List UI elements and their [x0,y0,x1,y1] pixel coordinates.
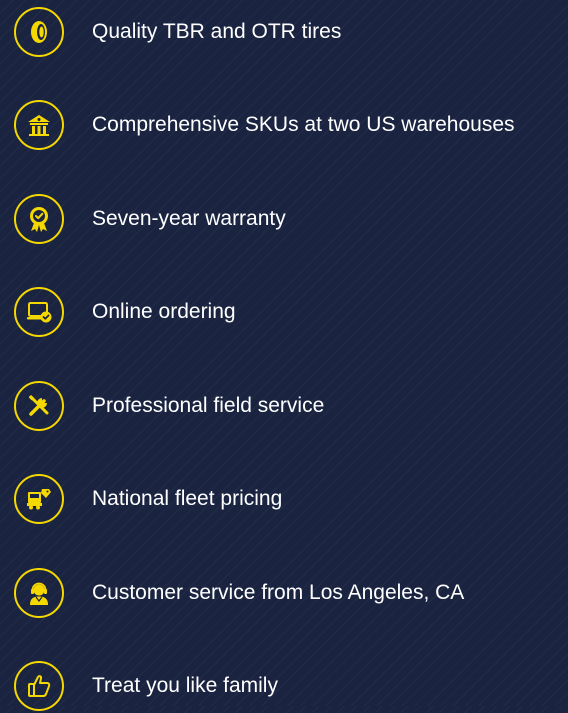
feature-label: Online ordering [92,300,236,323]
feature-item-warranty: Seven-year warranty [14,192,286,246]
laptop-check-icon [14,287,64,337]
feature-label: National fleet pricing [92,487,283,510]
feature-item-field-service: Professional field service [14,379,324,433]
warehouse-icon [14,100,64,150]
tools-icon [14,381,64,431]
tire-icon [14,7,64,57]
feature-list: Quality TBR and OTR tires Comprehensive … [0,0,568,711]
feature-label: Quality TBR and OTR tires [92,20,342,43]
thumbs-up-icon [14,661,64,711]
feature-label: Professional field service [92,394,325,417]
feature-item-fleet-pricing: National fleet pricing [14,472,282,526]
warranty-badge-icon [14,194,64,244]
feature-item-warehouses: Comprehensive SKUs at two US warehouses [14,98,515,152]
feature-label: Seven-year warranty [92,207,286,230]
feature-label: Treat you like family [92,674,278,697]
feature-label: Customer service from Los Angeles, CA [92,581,465,604]
fleet-truck-icon [14,474,64,524]
feature-item-online-ordering: Online ordering [14,285,236,339]
feature-item-family: Treat you like family [14,659,278,713]
feature-item-customer-service: Customer service from Los Angeles, CA [14,566,464,620]
customer-support-icon [14,568,64,618]
feature-item-tires: Quality TBR and OTR tires [14,5,341,59]
feature-label: Comprehensive SKUs at two US warehouses [92,113,515,136]
